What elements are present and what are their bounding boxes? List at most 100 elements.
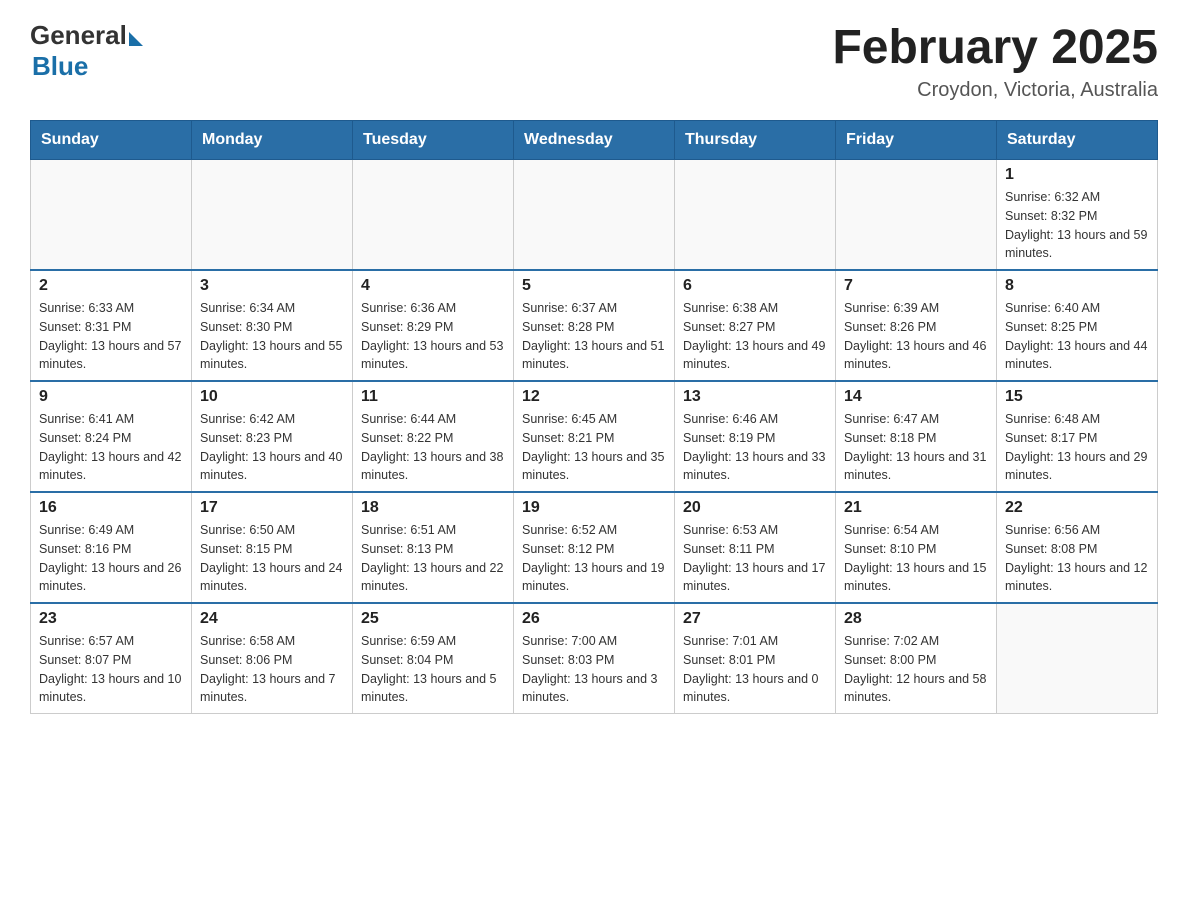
- table-row: 20 Sunrise: 6:53 AM Sunset: 8:11 PM Dayli…: [675, 492, 836, 603]
- logo-general-text: General: [30, 20, 127, 51]
- day-info: Sunrise: 6:36 AM Sunset: 8:29 PM Dayligh…: [361, 299, 505, 374]
- table-row: 27Sunrise: 7:01 AM Sunset: 8:01 PM Dayli…: [675, 603, 836, 714]
- table-row: 16 Sunrise: 6:49 AM Sunset: 8:16 PM Dayli…: [31, 492, 192, 603]
- table-row: 6 Sunrise: 6:38 AM Sunset: 8:27 PM Daylig…: [675, 270, 836, 381]
- table-row: 19 Sunrise: 6:52 AM Sunset: 8:12 PM Dayli…: [514, 492, 675, 603]
- day-info: Sunrise: 6:47 AM Sunset: 8:18 PM Dayligh…: [844, 410, 988, 485]
- calendar-table: Sunday Monday Tuesday Wednesday Thursday…: [30, 120, 1158, 714]
- day-number: 27: [683, 610, 827, 628]
- day-info: Sunrise: 6:46 AM Sunset: 8:19 PM Dayligh…: [683, 410, 827, 485]
- col-tuesday: Tuesday: [353, 121, 514, 160]
- table-row: 9 Sunrise: 6:41 AM Sunset: 8:24 PM Daylig…: [31, 381, 192, 492]
- table-row: 28 Sunrise: 7:02 AM Sunset: 8:00 PM Dayli…: [836, 603, 997, 714]
- day-number: 6: [683, 277, 827, 295]
- table-row: 25Sunrise: 6:59 AM Sunset: 8:04 PM Dayli…: [353, 603, 514, 714]
- logo: General Blue: [30, 20, 143, 82]
- day-number: 3: [200, 277, 344, 295]
- day-info: Sunrise: 6:41 AM Sunset: 8:24 PM Dayligh…: [39, 410, 183, 485]
- col-saturday: Saturday: [997, 121, 1158, 160]
- day-info: Sunrise: 7:00 AM Sunset: 8:03 PM Dayligh…: [522, 632, 666, 707]
- calendar-header-row: Sunday Monday Tuesday Wednesday Thursday…: [31, 121, 1158, 160]
- day-info: Sunrise: 6:42 AM Sunset: 8:23 PM Dayligh…: [200, 410, 344, 485]
- day-number: 23: [39, 610, 183, 628]
- day-info: Sunrise: 6:52 AM Sunset: 8:12 PM Dayligh…: [522, 521, 666, 596]
- day-number: 8: [1005, 277, 1149, 295]
- table-row: [675, 160, 836, 271]
- day-info: Sunrise: 6:48 AM Sunset: 8:17 PM Dayligh…: [1005, 410, 1149, 485]
- day-info: Sunrise: 6:53 AM Sunset: 8:11 PM Dayligh…: [683, 521, 827, 596]
- table-row: 13 Sunrise: 6:46 AM Sunset: 8:19 PM Dayli…: [675, 381, 836, 492]
- day-number: 18: [361, 499, 505, 517]
- day-number: 12: [522, 388, 666, 406]
- day-info: Sunrise: 6:39 AM Sunset: 8:26 PM Dayligh…: [844, 299, 988, 374]
- table-row: [31, 160, 192, 271]
- day-info: Sunrise: 6:50 AM Sunset: 8:15 PM Dayligh…: [200, 521, 344, 596]
- day-number: 20: [683, 499, 827, 517]
- day-number: 16: [39, 499, 183, 517]
- day-info: Sunrise: 6:54 AM Sunset: 8:10 PM Dayligh…: [844, 521, 988, 596]
- col-wednesday: Wednesday: [514, 121, 675, 160]
- day-number: 14: [844, 388, 988, 406]
- day-info: Sunrise: 6:33 AM Sunset: 8:31 PM Dayligh…: [39, 299, 183, 374]
- day-info: Sunrise: 6:34 AM Sunset: 8:30 PM Dayligh…: [200, 299, 344, 374]
- calendar-week-row: 9 Sunrise: 6:41 AM Sunset: 8:24 PM Daylig…: [31, 381, 1158, 492]
- table-row: 8 Sunrise: 6:40 AM Sunset: 8:25 PM Daylig…: [997, 270, 1158, 381]
- day-number: 28: [844, 610, 988, 628]
- col-sunday: Sunday: [31, 121, 192, 160]
- logo-arrow-icon: [129, 32, 143, 46]
- calendar-week-row: 16 Sunrise: 6:49 AM Sunset: 8:16 PM Dayli…: [31, 492, 1158, 603]
- day-number: 13: [683, 388, 827, 406]
- day-number: 21: [844, 499, 988, 517]
- day-number: 5: [522, 277, 666, 295]
- day-number: 15: [1005, 388, 1149, 406]
- day-info: Sunrise: 6:45 AM Sunset: 8:21 PM Dayligh…: [522, 410, 666, 485]
- table-row: 22 Sunrise: 6:56 AM Sunset: 8:08 PM Dayli…: [997, 492, 1158, 603]
- table-row: 14 Sunrise: 6:47 AM Sunset: 8:18 PM Dayli…: [836, 381, 997, 492]
- day-number: 22: [1005, 499, 1149, 517]
- table-row: [836, 160, 997, 271]
- day-info: Sunrise: 6:58 AM Sunset: 8:06 PM Dayligh…: [200, 632, 344, 707]
- table-row: 7 Sunrise: 6:39 AM Sunset: 8:26 PM Daylig…: [836, 270, 997, 381]
- day-info: Sunrise: 6:56 AM Sunset: 8:08 PM Dayligh…: [1005, 521, 1149, 596]
- table-row: 1 Sunrise: 6:32 AM Sunset: 8:32 PM Daylig…: [997, 160, 1158, 271]
- day-number: 4: [361, 277, 505, 295]
- day-info: Sunrise: 6:37 AM Sunset: 8:28 PM Dayligh…: [522, 299, 666, 374]
- day-number: 7: [844, 277, 988, 295]
- day-number: 1: [1005, 166, 1149, 184]
- day-number: 9: [39, 388, 183, 406]
- table-row: 24 Sunrise: 6:58 AM Sunset: 8:06 PM Dayli…: [192, 603, 353, 714]
- table-row: 3 Sunrise: 6:34 AM Sunset: 8:30 PM Daylig…: [192, 270, 353, 381]
- table-row: [997, 603, 1158, 714]
- table-row: 2 Sunrise: 6:33 AM Sunset: 8:31 PM Daylig…: [31, 270, 192, 381]
- table-row: 23 Sunrise: 6:57 AM Sunset: 8:07 PM Dayli…: [31, 603, 192, 714]
- calendar-title: February 2025: [832, 20, 1158, 75]
- day-number: 11: [361, 388, 505, 406]
- calendar-subtitle: Croydon, Victoria, Australia: [832, 79, 1158, 102]
- calendar-week-row: 2 Sunrise: 6:33 AM Sunset: 8:31 PM Daylig…: [31, 270, 1158, 381]
- table-row: 17 Sunrise: 6:50 AM Sunset: 8:15 PM Dayli…: [192, 492, 353, 603]
- day-info: Sunrise: 6:59 AM Sunset: 8:04 PM Dayligh…: [361, 632, 505, 707]
- table-row: [353, 160, 514, 271]
- day-number: 19: [522, 499, 666, 517]
- logo-blue-text: Blue: [32, 51, 88, 81]
- table-row: 4 Sunrise: 6:36 AM Sunset: 8:29 PM Daylig…: [353, 270, 514, 381]
- title-section: February 2025 Croydon, Victoria, Austral…: [832, 20, 1158, 102]
- day-info: Sunrise: 7:02 AM Sunset: 8:00 PM Dayligh…: [844, 632, 988, 707]
- day-info: Sunrise: 6:32 AM Sunset: 8:32 PM Dayligh…: [1005, 188, 1149, 263]
- day-number: 24: [200, 610, 344, 628]
- col-monday: Monday: [192, 121, 353, 160]
- day-number: 2: [39, 277, 183, 295]
- table-row: 18Sunrise: 6:51 AM Sunset: 8:13 PM Dayli…: [353, 492, 514, 603]
- day-info: Sunrise: 6:38 AM Sunset: 8:27 PM Dayligh…: [683, 299, 827, 374]
- day-info: Sunrise: 6:57 AM Sunset: 8:07 PM Dayligh…: [39, 632, 183, 707]
- day-number: 17: [200, 499, 344, 517]
- table-row: 5 Sunrise: 6:37 AM Sunset: 8:28 PM Daylig…: [514, 270, 675, 381]
- day-info: Sunrise: 6:49 AM Sunset: 8:16 PM Dayligh…: [39, 521, 183, 596]
- table-row: 21 Sunrise: 6:54 AM Sunset: 8:10 PM Dayli…: [836, 492, 997, 603]
- day-info: Sunrise: 6:40 AM Sunset: 8:25 PM Dayligh…: [1005, 299, 1149, 374]
- table-row: [192, 160, 353, 271]
- table-row: 11Sunrise: 6:44 AM Sunset: 8:22 PM Dayli…: [353, 381, 514, 492]
- day-number: 26: [522, 610, 666, 628]
- calendar-week-row: 1 Sunrise: 6:32 AM Sunset: 8:32 PM Daylig…: [31, 160, 1158, 271]
- col-friday: Friday: [836, 121, 997, 160]
